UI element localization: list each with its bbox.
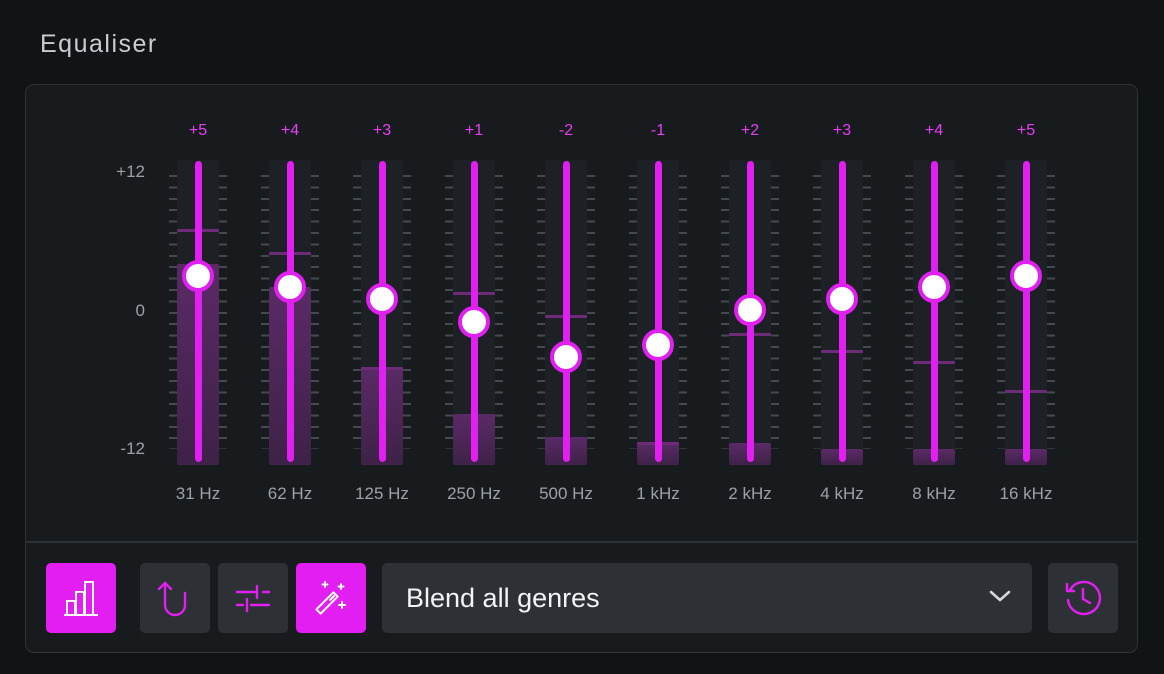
- scale-ticks: [629, 175, 637, 449]
- bar-chart-icon: [64, 581, 98, 616]
- slider-thumb[interactable]: [182, 259, 214, 292]
- scale-ticks: [311, 175, 319, 449]
- band-gain-label: +3: [832, 122, 852, 139]
- slider-rail[interactable]: [194, 161, 202, 462]
- band-gain-label: +1: [464, 122, 484, 139]
- preset-select-value: Blend all genres: [406, 583, 600, 613]
- band-frequency-label: 4 kHz: [820, 484, 864, 503]
- scale-ticks: [771, 175, 779, 449]
- scale-ticks: [445, 175, 453, 449]
- scale-ticks: [353, 175, 361, 449]
- band-gain-label: +4: [924, 122, 944, 139]
- spectrum-view-button[interactable]: [46, 563, 116, 633]
- page-title: Equaliser: [40, 30, 158, 58]
- scale-ticks: [905, 175, 913, 449]
- slider-thumb[interactable]: [366, 282, 398, 315]
- band-frequency-label: 1 kHz: [636, 484, 680, 503]
- band-gain-label: +5: [188, 122, 208, 139]
- band-gain-label: +4: [280, 122, 300, 139]
- scale-ticks: [863, 175, 871, 449]
- slider-rail[interactable]: [654, 161, 662, 462]
- scale-ticks: [495, 175, 503, 449]
- slider-rail[interactable]: [1022, 161, 1030, 462]
- reset-button[interactable]: [140, 563, 210, 633]
- magic-wand-icon: [315, 581, 346, 615]
- band-frequency-label: 8 kHz: [912, 484, 956, 503]
- scale-ticks: [721, 175, 729, 449]
- slider-thumb[interactable]: [458, 305, 490, 338]
- scale-label-mid: 0: [135, 301, 145, 320]
- scale-ticks: [1047, 175, 1055, 449]
- slider-thumb[interactable]: [550, 340, 582, 373]
- scale-ticks: [169, 175, 177, 449]
- scale-label-top: +12: [116, 162, 145, 181]
- band-frequency-label: 2 kHz: [728, 484, 772, 503]
- band-gain-label: -2: [558, 122, 574, 139]
- scale-ticks: [679, 175, 687, 449]
- band-gain-label: +3: [372, 122, 392, 139]
- band-frequency-label: 62 Hz: [267, 484, 313, 503]
- band-frequency-label: 500 Hz: [539, 484, 593, 503]
- band-frequency-label: 31 Hz: [175, 484, 221, 503]
- scale-ticks: [219, 175, 227, 449]
- band-gain-label: -1: [650, 122, 666, 139]
- sliders-icon: [235, 584, 271, 613]
- scale-ticks: [997, 175, 1005, 449]
- scale-ticks: [587, 175, 595, 449]
- band-frequency-label: 125 Hz: [355, 484, 409, 503]
- preset-select[interactable]: Blend all genres: [382, 563, 1032, 633]
- panel-divider: [25, 541, 1138, 543]
- band-gain-label: +2: [740, 122, 760, 139]
- scale-label-bottom: -12: [120, 439, 145, 458]
- scale-ticks: [261, 175, 269, 449]
- chevron-down-icon: [989, 590, 1011, 602]
- scale-ticks: [955, 175, 963, 449]
- slider-thumb[interactable]: [826, 282, 858, 315]
- scale-ticks: [537, 175, 545, 449]
- slider-rail[interactable]: [286, 161, 294, 462]
- band-frequency-label: 250 Hz: [447, 484, 501, 503]
- scale-ticks: [403, 175, 411, 449]
- scale-ticks: [813, 175, 821, 449]
- undo-arrow-icon: [158, 581, 187, 617]
- history-icon: [1065, 580, 1102, 616]
- band-frequency-label: 16 kHz: [999, 484, 1053, 503]
- band-gain-label: +5: [1016, 122, 1036, 139]
- slider-rail[interactable]: [930, 161, 938, 462]
- auto-eq-button[interactable]: [296, 563, 366, 633]
- slider-thumb[interactable]: [1010, 259, 1042, 292]
- slider-rail[interactable]: [562, 161, 570, 462]
- slider-thumb[interactable]: [642, 329, 674, 362]
- history-button[interactable]: [1048, 563, 1118, 633]
- adjust-button[interactable]: [218, 563, 288, 633]
